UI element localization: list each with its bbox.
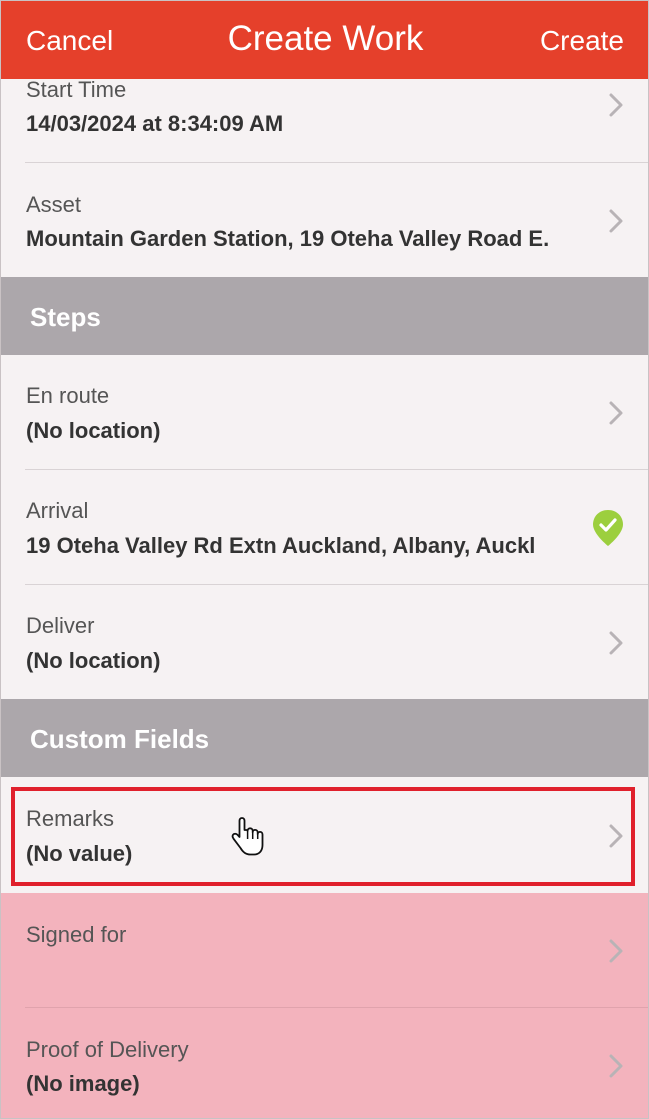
steps-section-header: Steps xyxy=(1,277,648,355)
start-time-label: Start Time xyxy=(26,77,127,102)
proof-of-delivery-value: (No image) xyxy=(26,1071,140,1096)
create-button[interactable]: Create xyxy=(540,23,624,59)
deliver-label: Deliver xyxy=(26,613,95,638)
arrival-label: Arrival xyxy=(26,498,89,523)
asset-value: Mountain Garden Station, 19 Oteha Valley… xyxy=(26,226,550,251)
hand-pointer-icon xyxy=(231,817,264,856)
en-route-row[interactable]: En route (No location) xyxy=(1,355,648,469)
chevron-right-icon xyxy=(609,401,623,425)
arrival-row[interactable]: Arrival 19 Oteha Valley Rd Extn Auckland… xyxy=(1,470,648,584)
asset-label: Asset xyxy=(26,192,82,217)
navigation-bar: Cancel Create Work Create xyxy=(1,1,648,79)
asset-row[interactable]: Asset Mountain Garden Station, 19 Oteha … xyxy=(1,163,648,277)
cancel-button[interactable]: Cancel xyxy=(26,23,113,59)
chevron-right-icon xyxy=(609,93,623,117)
signed-for-label: Signed for xyxy=(26,922,127,947)
proof-of-delivery-label: Proof of Delivery xyxy=(26,1037,189,1062)
proof-of-delivery-row[interactable]: Proof of Delivery (No image) xyxy=(1,1008,648,1118)
custom-fields-section-header: Custom Fields xyxy=(1,699,648,777)
en-route-value: (No location) xyxy=(26,418,161,443)
steps-section-title: Steps xyxy=(30,302,101,332)
chevron-right-icon xyxy=(609,631,623,655)
chevron-right-icon xyxy=(609,209,623,233)
custom-fields-section-title: Custom Fields xyxy=(30,724,210,754)
deliver-row[interactable]: Deliver (No location) xyxy=(1,585,648,699)
chevron-right-icon xyxy=(609,939,623,963)
chevron-right-icon xyxy=(609,824,623,848)
arrival-value: 19 Oteha Valley Rd Extn Auckland, Albany… xyxy=(26,533,536,558)
signed-for-row[interactable]: Signed for xyxy=(1,893,648,1007)
start-time-row[interactable]: Start Time 14/03/2024 at 8:34:09 AM xyxy=(1,77,648,162)
deliver-value: (No location) xyxy=(26,648,161,673)
remarks-row[interactable]: Remarks (No value) xyxy=(1,777,648,891)
remarks-value: (No value) xyxy=(26,841,133,866)
remarks-label: Remarks xyxy=(26,806,115,831)
create-work-screen: Cancel Create Work Create Start Time 14/… xyxy=(0,0,649,1119)
en-route-label: En route xyxy=(26,383,110,408)
check-circle-icon xyxy=(593,510,623,546)
chevron-right-icon xyxy=(609,1054,623,1078)
start-time-value: 14/03/2024 at 8:34:09 AM xyxy=(26,111,284,136)
